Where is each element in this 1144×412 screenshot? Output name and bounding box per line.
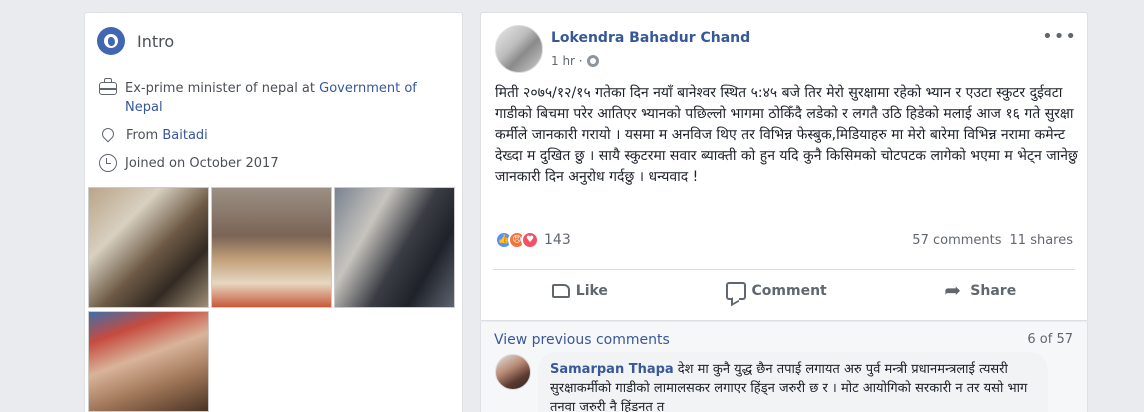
photo-thumbnail-2[interactable] — [211, 187, 332, 308]
like-label: Like — [575, 283, 608, 299]
intro-joined: Joined on October 2017 — [99, 154, 279, 173]
photo-thumbnail-3[interactable] — [334, 187, 455, 308]
commenter-name[interactable]: Samarpan Thapa — [550, 362, 674, 377]
post-card: Lokendra Bahadur Chand 1 hr · ••• मिती २… — [480, 12, 1088, 321]
photo-thumbnail-4[interactable] — [88, 311, 209, 412]
comments-count[interactable]: 57 comments — [912, 233, 1001, 248]
author-avatar[interactable] — [495, 25, 543, 73]
share-label: Share — [970, 283, 1017, 299]
clock-icon — [99, 154, 117, 172]
post-stats: 57 comments 11 shares — [912, 233, 1073, 248]
comments-section: View previous comments 6 of 57 Samarpan … — [480, 322, 1088, 412]
share-button[interactable]: Share — [936, 275, 1024, 307]
share-icon — [944, 278, 964, 302]
post-meta: 1 hr · — [551, 54, 599, 68]
post-text: मिती २०७५/१२/१५ गतेका दिन नयाँ बानेश्वर … — [495, 85, 1078, 185]
comment-button[interactable]: Comment — [718, 275, 835, 307]
intro-title: Intro — [137, 31, 175, 51]
intro-header: Intro — [97, 27, 174, 55]
location-pin-icon — [99, 125, 117, 143]
intro-from: From Baitadi — [99, 125, 208, 145]
comments-position: 6 of 57 — [1027, 332, 1073, 347]
reactions-summary[interactable]: 👍 😠 ♥ 143 — [495, 231, 571, 249]
privacy-globe-icon[interactable] — [586, 55, 599, 67]
comment-bubble: Samarpan Thapa देश मा कुनै युद्ध छैन तपाई… — [538, 352, 1048, 412]
view-previous-comments-link[interactable]: View previous comments — [494, 332, 670, 348]
globe-icon — [97, 27, 125, 55]
reaction-count[interactable]: 143 — [544, 232, 571, 248]
photo-thumbnail-1[interactable] — [88, 187, 209, 308]
like-button[interactable]: Like — [544, 275, 616, 307]
thumbs-up-icon — [551, 284, 570, 298]
intro-work-text: Ex-prime minister of nepal at Government… — [125, 81, 417, 115]
author-name[interactable]: Lokendra Bahadur Chand — [551, 30, 750, 46]
commenter-avatar[interactable] — [495, 354, 531, 390]
shares-count[interactable]: 11 shares — [1010, 233, 1073, 248]
briefcase-icon — [99, 78, 117, 95]
post-actions: Like Comment Share — [493, 275, 1075, 307]
comment-label: Comment — [751, 283, 827, 299]
joined-text: Joined on October 2017 — [125, 156, 279, 171]
love-reaction-icon: ♥ — [521, 231, 539, 249]
intro-work: Ex-prime minister of nepal at Government… — [99, 78, 439, 117]
comment-icon — [725, 282, 746, 300]
intro-from-text: From Baitadi — [126, 128, 208, 143]
post-time[interactable]: 1 hr · — [551, 54, 583, 68]
hometown-link[interactable]: Baitadi — [162, 128, 207, 143]
more-options-icon[interactable]: ••• — [1042, 26, 1077, 47]
divider — [493, 269, 1075, 270]
